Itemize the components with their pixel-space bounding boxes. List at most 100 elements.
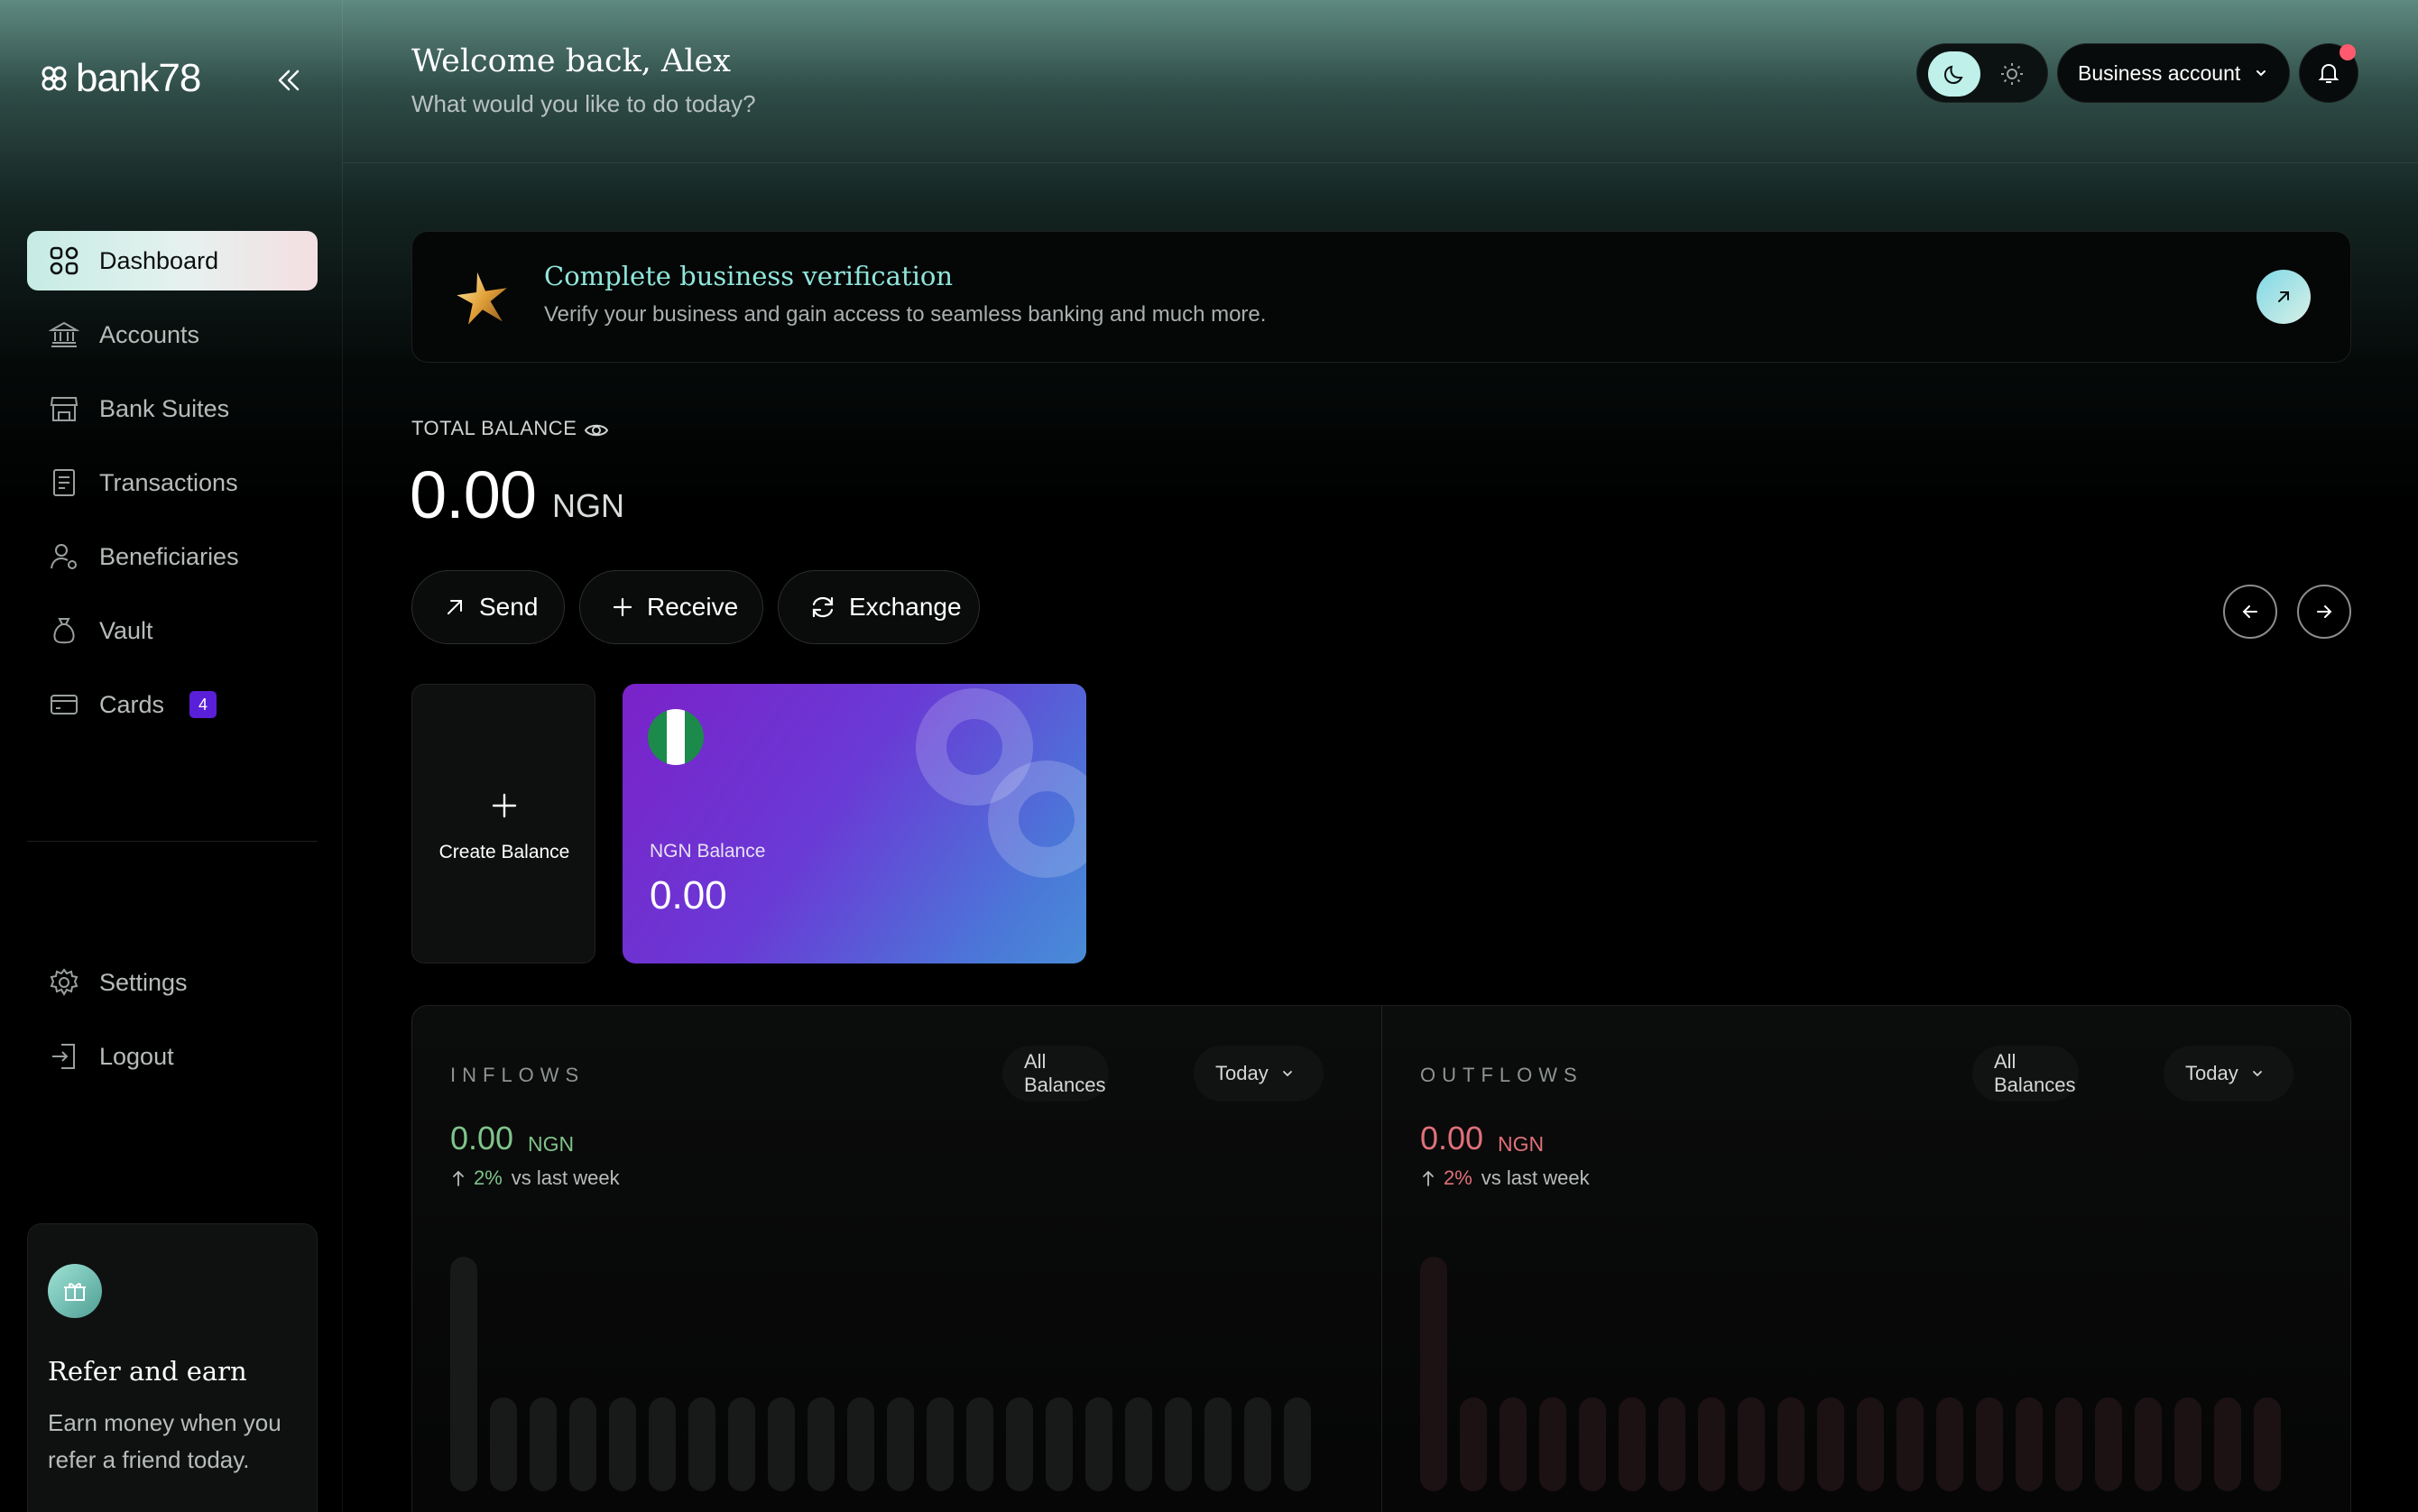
bag-icon bbox=[53, 618, 75, 644]
create-balance-card[interactable]: Create Balance bbox=[411, 684, 595, 963]
plus-icon bbox=[613, 597, 632, 617]
chart-bar bbox=[688, 1397, 715, 1491]
sidebar-item-bank-suites[interactable]: Bank Suites bbox=[27, 379, 318, 438]
star-icon bbox=[457, 272, 507, 325]
nigeria-flag-icon bbox=[648, 709, 704, 765]
chart-bar bbox=[1658, 1397, 1685, 1491]
chart-bar bbox=[490, 1397, 517, 1491]
chart-bar bbox=[1777, 1397, 1804, 1491]
ngn-balance-card[interactable]: NGN Balance 0.00 bbox=[623, 684, 1086, 963]
page-title: Welcome back, Alex bbox=[411, 43, 731, 79]
outflows-amount: 0.00 bbox=[1420, 1120, 1484, 1157]
sidebar-item-accounts[interactable]: Accounts bbox=[27, 305, 318, 364]
arrow-up-icon bbox=[1423, 1170, 1434, 1186]
brand-name: bank78 bbox=[76, 56, 201, 100]
previous-balance-button[interactable] bbox=[2223, 585, 2277, 639]
account-switcher[interactable]: Business account bbox=[2057, 43, 2290, 103]
gift-icon bbox=[48, 1264, 102, 1318]
logout-icon bbox=[52, 1044, 75, 1069]
sidebar-item-label: Cards bbox=[99, 690, 165, 718]
secondary-nav: Settings Logout bbox=[27, 953, 318, 1101]
bell-icon bbox=[2318, 63, 2340, 83]
inflows-period-filter[interactable]: Today bbox=[1194, 1046, 1324, 1102]
chart-bar bbox=[1976, 1397, 2003, 1491]
chart-bar bbox=[1006, 1397, 1033, 1491]
users-icon bbox=[51, 544, 77, 569]
eye-icon[interactable] bbox=[583, 417, 610, 444]
chart-bar bbox=[847, 1397, 874, 1491]
receipt-icon bbox=[53, 469, 75, 496]
chart-bar bbox=[1165, 1397, 1192, 1491]
exchange-button[interactable]: Exchange bbox=[778, 570, 980, 644]
chevron-down-icon bbox=[2252, 1071, 2262, 1077]
chart-bar bbox=[728, 1397, 755, 1491]
brand-logo[interactable]: bank78 bbox=[40, 56, 201, 101]
verification-banner[interactable]: Complete business verification Verify yo… bbox=[411, 231, 2351, 363]
chart-bar bbox=[2055, 1397, 2082, 1491]
refresh-icon bbox=[812, 596, 834, 618]
chart-bar bbox=[1539, 1397, 1566, 1491]
arrow-up-icon bbox=[453, 1170, 464, 1186]
header-divider bbox=[343, 162, 2418, 163]
collapse-sidebar-icon[interactable] bbox=[271, 63, 305, 97]
outflows-chart bbox=[1420, 1257, 2322, 1491]
chart-bar bbox=[649, 1397, 676, 1491]
chart-bar bbox=[2254, 1397, 2281, 1491]
account-label: Business account bbox=[2078, 60, 2241, 85]
chart-bar bbox=[2016, 1397, 2043, 1491]
sidebar-item-logout[interactable]: Logout bbox=[27, 1027, 318, 1086]
total-balance-label: TOTAL BALANCE bbox=[411, 417, 577, 439]
notifications-button[interactable] bbox=[2299, 43, 2358, 103]
chevron-down-icon bbox=[1282, 1071, 1292, 1077]
logo-icon bbox=[42, 66, 67, 91]
inflows-balance-filter[interactable]: All Balances bbox=[1002, 1046, 1109, 1102]
chart-bar bbox=[1738, 1397, 1765, 1491]
ngn-balance-amount: 0.00 bbox=[650, 873, 727, 917]
next-balance-button[interactable] bbox=[2297, 585, 2351, 639]
outflows-balance-filter[interactable]: All Balances bbox=[1972, 1046, 2079, 1102]
refer-and-earn-card[interactable]: Refer and earn Earn money when you refer… bbox=[27, 1223, 318, 1512]
arrow-up-right-icon[interactable] bbox=[2256, 270, 2311, 324]
chart-bar bbox=[1579, 1397, 1606, 1491]
sun-icon[interactable] bbox=[1998, 60, 2026, 88]
receive-label: Receive bbox=[647, 593, 739, 621]
outflows-section: OUTFLOWS All Balances Today 0.00 NGN 2% bbox=[1382, 1006, 2350, 1512]
chart-bar bbox=[1460, 1397, 1487, 1491]
chart-bar bbox=[1085, 1397, 1112, 1491]
sidebar-item-transactions[interactable]: Transactions bbox=[27, 453, 318, 512]
filter-label: All Balances bbox=[1024, 1050, 1106, 1096]
inflows-currency: NGN bbox=[528, 1132, 575, 1156]
ngn-balance-label: NGN Balance bbox=[650, 841, 766, 862]
gear-icon bbox=[50, 968, 78, 996]
sidebar-item-label: Logout bbox=[99, 1042, 174, 1070]
inflows-title: INFLOWS bbox=[450, 1064, 586, 1086]
chevron-down-icon bbox=[2256, 70, 2266, 77]
sidebar-item-settings[interactable]: Settings bbox=[27, 953, 318, 1012]
refer-description: Earn money when you refer a friend today… bbox=[48, 1409, 281, 1473]
moon-icon[interactable] bbox=[1928, 51, 1980, 97]
receive-button[interactable]: Receive bbox=[579, 570, 763, 644]
sidebar-item-vault[interactable]: Vault bbox=[27, 601, 318, 660]
sidebar: bank78 Dashboard Accounts Bank Suites Tr… bbox=[0, 0, 343, 1512]
page-subtitle: What would you like to do today? bbox=[411, 90, 756, 117]
store-icon bbox=[50, 397, 78, 421]
chart-bar bbox=[1244, 1397, 1271, 1491]
chart-bar bbox=[1284, 1397, 1311, 1491]
app-window: bank78 Dashboard Accounts Bank Suites Tr… bbox=[0, 0, 2418, 1512]
bank-icon bbox=[49, 321, 79, 347]
chart-bar bbox=[1619, 1397, 1646, 1491]
send-button[interactable]: Send bbox=[411, 570, 565, 644]
arrow-up-right-icon bbox=[448, 600, 462, 614]
sidebar-item-cards[interactable]: Cards 4 bbox=[27, 675, 318, 734]
outflows-period-filter[interactable]: Today bbox=[2164, 1046, 2293, 1102]
chart-bar bbox=[1936, 1397, 1963, 1491]
sidebar-item-dashboard[interactable]: Dashboard bbox=[27, 231, 318, 290]
chart-bar bbox=[808, 1397, 835, 1491]
outflows-title: OUTFLOWS bbox=[1420, 1064, 1583, 1086]
outflows-change-text: vs last week bbox=[1481, 1166, 1590, 1189]
flows-panel: INFLOWS All Balances Today 0.00 NGN 2% v… bbox=[411, 1005, 2351, 1512]
chart-bar bbox=[927, 1397, 954, 1491]
theme-toggle[interactable] bbox=[1916, 43, 2048, 103]
inflows-change-pct: 2% bbox=[474, 1166, 503, 1189]
sidebar-item-beneficiaries[interactable]: Beneficiaries bbox=[27, 527, 318, 586]
